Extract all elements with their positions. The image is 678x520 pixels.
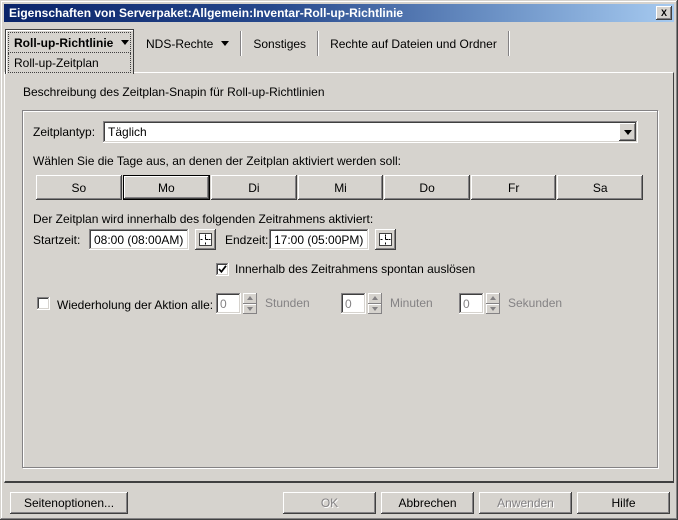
close-button[interactable]: X — [656, 6, 672, 20]
tab-rollup-richtlinie[interactable]: Roll-up-Richtlinie Roll-up-Zeitplan — [5, 29, 134, 74]
apply-button[interactable]: Anwenden — [479, 492, 572, 514]
apply-label: Anwenden — [497, 496, 554, 510]
spin-down-button[interactable] — [243, 304, 257, 315]
day-buttons-row: So Mo Di Mi Do Fr Sa — [36, 175, 643, 200]
hours-field[interactable]: 0 — [216, 293, 241, 314]
footer-button-group: OK Abbrechen Anwenden Hilfe — [283, 492, 670, 514]
day-button-mi[interactable]: Mi — [298, 175, 384, 200]
minutes-unit-label: Minuten — [390, 293, 433, 314]
seconds-unit-label: Sekunden — [508, 293, 562, 314]
end-time-label: Endzeit: — [225, 233, 268, 247]
end-time-value: 17:00 (05:00PM) — [274, 233, 363, 247]
end-time-field[interactable]: 17:00 (05:00PM) — [269, 229, 369, 250]
start-time-clock-button[interactable] — [195, 229, 216, 250]
close-icon: X — [661, 8, 667, 18]
tab-separator — [508, 31, 510, 56]
tab-rechte-auf-dateien-und-ordner[interactable]: Rechte auf Dateien und Ordner — [319, 29, 508, 58]
start-time-label: Startzeit: — [33, 233, 80, 247]
subtab-label: Roll-up-Zeitplan — [14, 56, 99, 70]
start-time-value: 08:00 (08:00AM) — [94, 233, 183, 247]
cancel-label: Abbrechen — [398, 496, 456, 510]
schedule-type-row: Zeitplantyp: Täglich — [33, 121, 638, 143]
clock-icon — [379, 233, 392, 246]
spontaneous-label: Innerhalb des Zeitrahmens spontan auslös… — [235, 262, 475, 276]
arrow-down-icon — [372, 307, 378, 311]
schedule-type-value: Täglich — [108, 125, 147, 139]
arrow-down-icon — [247, 307, 253, 311]
repeat-checkbox[interactable] — [37, 297, 50, 310]
tab-label: NDS-Rechte — [146, 37, 213, 51]
window-title: Eigenschaften von Serverpaket:Allgemein:… — [9, 6, 403, 20]
tab-label: Rechte auf Dateien und Ordner — [330, 37, 497, 51]
help-button[interactable]: Hilfe — [577, 492, 670, 514]
schedule-type-label: Zeitplantyp: — [33, 125, 95, 139]
days-prompt: Wählen Sie die Tage aus, an denen der Ze… — [33, 154, 401, 168]
hours-spinner: 0 Stunden — [216, 293, 310, 314]
minutes-spinner: 0 Minuten — [341, 293, 433, 314]
help-label: Hilfe — [611, 496, 635, 510]
chevron-down-icon — [624, 130, 632, 135]
day-button-do[interactable]: Do — [384, 175, 470, 200]
chevron-down-icon — [121, 40, 129, 45]
clock-icon — [199, 233, 212, 246]
repeat-label: Wiederholung der Aktion alle: — [57, 298, 213, 312]
hours-spin-buttons — [243, 293, 257, 314]
tab-rollup-richtlinie-header[interactable]: Roll-up-Richtlinie — [8, 32, 131, 53]
day-button-so[interactable]: So — [36, 175, 122, 200]
spontaneous-checkbox-row[interactable]: Innerhalb des Zeitrahmens spontan auslös… — [216, 262, 475, 276]
arrow-up-icon — [372, 296, 378, 300]
time-row: Startzeit: 08:00 (08:00AM) Endzeit: — [33, 229, 657, 251]
ok-label: OK — [321, 496, 338, 510]
seconds-spinner: 0 Sekunden — [459, 293, 562, 314]
spin-up-button[interactable] — [243, 293, 257, 304]
arrow-down-icon — [490, 307, 496, 311]
spin-down-button[interactable] — [486, 304, 500, 315]
checkmark-icon — [218, 265, 227, 274]
tab-strip: Roll-up-Richtlinie Roll-up-Zeitplan NDS-… — [4, 28, 674, 73]
spin-up-button[interactable] — [486, 293, 500, 304]
tab-label: Sonstiges — [253, 37, 306, 51]
title-bar: Eigenschaften von Serverpaket:Allgemein:… — [4, 4, 674, 22]
schedule-groupbox: Zeitplantyp: Täglich Wählen Sie die Tage… — [22, 110, 658, 468]
spin-up-button[interactable] — [368, 293, 382, 304]
arrow-up-icon — [490, 296, 496, 300]
minutes-spin-buttons — [368, 293, 382, 314]
minutes-field[interactable]: 0 — [341, 293, 366, 314]
seconds-field[interactable]: 0 — [459, 293, 484, 314]
end-time-clock-button[interactable] — [375, 229, 396, 250]
start-time-field[interactable]: 08:00 (08:00AM) — [89, 229, 189, 250]
ok-button[interactable]: OK — [283, 492, 376, 514]
spin-down-button[interactable] — [368, 304, 382, 315]
day-button-sa[interactable]: Sa — [557, 175, 643, 200]
properties-dialog: Eigenschaften von Serverpaket:Allgemein:… — [0, 0, 678, 520]
page-description: Beschreibung des Zeitplan-Snapin für Rol… — [23, 85, 325, 99]
cancel-button[interactable]: Abbrechen — [381, 492, 474, 514]
chevron-down-icon — [221, 41, 229, 46]
page-options-button[interactable]: Seitenoptionen... — [10, 492, 128, 514]
page-options-label: Seitenoptionen... — [24, 496, 114, 510]
repeat-row: Wiederholung der Aktion alle: 0 Stunden … — [37, 293, 657, 315]
seconds-spin-buttons — [486, 293, 500, 314]
day-button-mo[interactable]: Mo — [123, 175, 211, 200]
inactive-tabs: NDS-Rechte Sonstiges Rechte auf Dateien … — [135, 29, 510, 58]
arrow-up-icon — [247, 296, 253, 300]
tab-sonstiges[interactable]: Sonstiges — [242, 29, 317, 58]
timeframe-text: Der Zeitplan wird innerhalb des folgende… — [33, 212, 373, 226]
combobox-dropdown-button[interactable] — [619, 123, 636, 141]
spontaneous-checkbox[interactable] — [216, 263, 229, 276]
tab-label: Roll-up-Richtlinie — [14, 36, 113, 50]
subtab-rollup-zeitplan[interactable]: Roll-up-Zeitplan — [8, 53, 131, 73]
day-button-di[interactable]: Di — [211, 175, 297, 200]
day-button-fr[interactable]: Fr — [471, 175, 557, 200]
tab-nds-rechte[interactable]: NDS-Rechte — [135, 29, 240, 58]
hours-unit-label: Stunden — [265, 293, 310, 314]
tab-page: Beschreibung des Zeitplan-Snapin für Rol… — [4, 72, 674, 483]
schedule-type-combobox[interactable]: Täglich — [103, 121, 638, 143]
